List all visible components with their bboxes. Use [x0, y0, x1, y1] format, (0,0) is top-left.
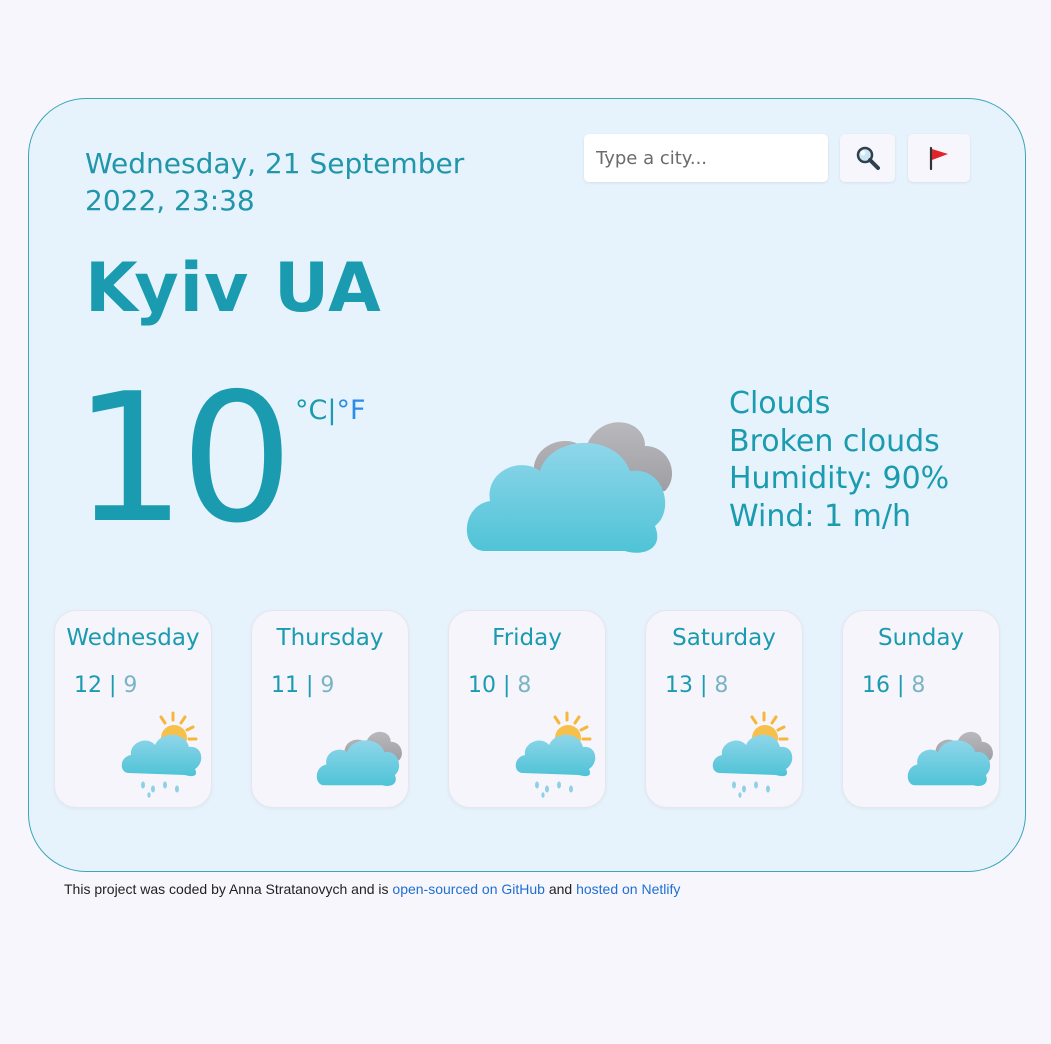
date-line-1: Wednesday, 21 September — [85, 147, 465, 180]
forecast-max: 10 — [468, 673, 496, 698]
broken-clouds-icon — [316, 723, 404, 787]
celsius-link[interactable]: °C — [295, 395, 327, 426]
weather-description: Broken clouds — [729, 423, 940, 459]
netlify-link[interactable]: hosted on Netlify — [576, 881, 680, 897]
forecast-temps: 10 | 8 — [468, 673, 532, 698]
fahrenheit-link[interactable]: °F — [336, 395, 365, 426]
forecast-day: Wednesday 12 | 9 — [54, 610, 212, 808]
current-date: Wednesday, 21 September 2022, 23:38 — [85, 145, 505, 219]
city-name: Kyiv UA — [85, 249, 382, 328]
forecast-temps: 13 | 8 — [665, 673, 729, 698]
forecast-day-name: Friday — [492, 625, 562, 651]
magnifying-glass-icon — [856, 146, 880, 170]
forecast-day: Saturday 13 | 8 — [645, 610, 803, 808]
forecast-min: 8 — [714, 673, 729, 698]
weather-app-card: Wednesday, 21 September 2022, 23:38 Kyiv… — [28, 98, 1026, 872]
wind: Wind: 1 m/h — [729, 498, 912, 534]
sun-rain-icon — [710, 711, 798, 799]
forecast-day-name: Sunday — [877, 625, 965, 651]
sun-rain-icon — [119, 711, 207, 799]
forecast-day: Sunday 16 | 8 — [842, 610, 1000, 808]
forecast-max: 11 — [271, 673, 299, 698]
forecast-temps: 11 | 9 — [271, 673, 335, 698]
broken-clouds-icon — [907, 723, 995, 787]
weather-main: Clouds — [729, 386, 831, 421]
forecast-min: 8 — [517, 673, 532, 698]
sun-rain-icon — [513, 711, 601, 799]
footer: This project was coded by Anna Stratanov… — [64, 881, 680, 897]
footer-text-middle: and — [544, 881, 577, 897]
footer-text: This project was coded by Anna Stratanov… — [64, 881, 393, 897]
date-line-2: 2022, 23:38 — [85, 184, 255, 217]
broken-clouds-icon — [465, 401, 677, 555]
red-flag-icon — [929, 146, 948, 171]
forecast-temps: 12 | 9 — [74, 673, 138, 698]
forecast-temps: 16 | 8 — [862, 673, 926, 698]
search-button[interactable] — [840, 134, 895, 182]
forecast-max: 16 — [862, 673, 890, 698]
forecast-day-name: Saturday — [672, 625, 776, 651]
forecast-max: 13 — [665, 673, 693, 698]
humidity: Humidity: 90% — [729, 461, 950, 496]
unit-switcher: °C|°F — [295, 395, 366, 426]
weather-details: Clouds Broken clouds Humidity: 90% Wind:… — [729, 385, 949, 535]
current-temperature: 10 — [73, 355, 293, 562]
forecast-min: 9 — [123, 673, 138, 698]
forecast-day: Friday 10 | 8 — [448, 610, 606, 808]
forecast-min: 9 — [320, 673, 335, 698]
forecast-max: 12 — [74, 673, 102, 698]
forecast-min: 8 — [911, 673, 926, 698]
city-search-input[interactable] — [584, 134, 828, 182]
forecast-day-name: Thursday — [276, 625, 384, 651]
github-link[interactable]: open-sourced on GitHub — [392, 881, 545, 897]
current-location-button[interactable] — [908, 134, 970, 182]
forecast-day: Thursday 11 | 9 — [251, 610, 409, 808]
forecast-day-name: Wednesday — [66, 625, 200, 651]
